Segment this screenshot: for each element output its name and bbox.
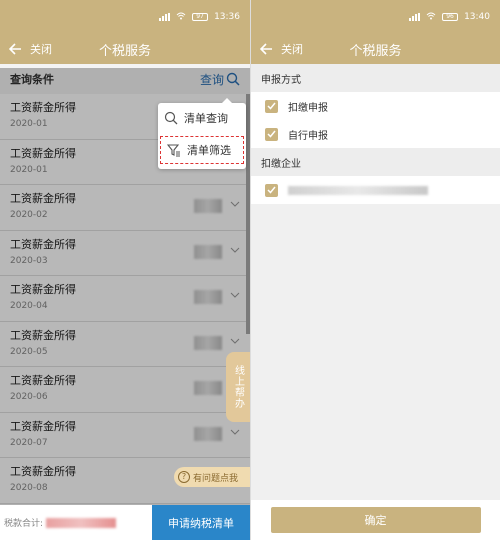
checkbox-checked[interactable] [265,183,278,197]
status-bar: 96 13:40 [251,0,500,34]
check-icon [267,130,276,138]
check-icon [267,186,276,194]
company-name-redacted [288,185,428,195]
menu-item-list-query[interactable]: 清单查询 [158,103,246,133]
option-label: 自行申报 [288,130,328,142]
footer-bar: 确定 [251,500,500,540]
question-icon: ? [178,471,190,483]
checkbox-checked[interactable] [265,99,278,113]
wifi-icon [176,12,186,23]
back-button[interactable] [251,43,281,55]
right-screen: 96 13:40 关闭 个税服务 申报方式 扣缴申报 自行申报 扣缴企业 确定 [250,0,500,540]
tax-total-redacted [46,517,117,528]
close-button[interactable]: 关闭 [281,41,303,57]
signal-icon [409,13,421,21]
arrow-left-icon [259,43,272,55]
left-screen: 97 13:36 关闭 个税服务 查询条件 查询 工资薪金所得 2020-01 工… [0,0,250,540]
section-withholding-company: 扣缴企业 [251,148,500,176]
filter-icon [167,144,180,157]
status-time: 13:36 [214,12,240,22]
menu-item-label: 清单查询 [184,112,228,125]
question-help-button[interactable]: ? 有问题点我 [174,467,250,487]
search-icon [164,111,178,125]
online-help-tab[interactable]: 线上帮办 [226,352,250,422]
arrow-left-icon [8,43,21,55]
bottom-bar: 税款合计: 申请纳税清单 [0,505,250,540]
section-filing-method: 申报方式 [251,64,500,92]
menu-item-list-filter[interactable]: 清单筛选 [160,136,244,164]
apply-tax-list-button[interactable]: 申请纳税清单 [152,505,250,540]
signal-icon [159,13,171,21]
battery-icon: 97 [192,13,209,21]
confirm-button[interactable]: 确定 [270,507,481,533]
option-self-filing[interactable]: 自行申报 [251,120,500,148]
question-help-label: 有问题点我 [193,473,239,484]
status-bar: 97 13:36 [0,0,250,34]
wifi-icon [426,12,436,23]
menu-item-label: 清单筛选 [187,144,231,157]
nav-bar: 关闭 个税服务 [0,34,250,64]
close-button[interactable]: 关闭 [30,41,52,57]
checkbox-checked[interactable] [265,127,278,141]
dropdown-menu: 清单查询 清单筛选 [158,98,246,169]
status-time: 13:40 [464,12,490,22]
battery-icon: 96 [442,13,459,21]
option-withholding-filing[interactable]: 扣缴申报 [251,92,500,120]
nav-bar: 关闭 个税服务 [251,34,500,64]
check-icon [267,102,276,110]
tax-total: 税款合计: [0,505,152,540]
back-button[interactable] [0,43,30,55]
option-label: 扣缴申报 [288,102,328,114]
tax-total-label: 税款合计: [4,519,44,529]
option-company[interactable] [251,176,500,204]
